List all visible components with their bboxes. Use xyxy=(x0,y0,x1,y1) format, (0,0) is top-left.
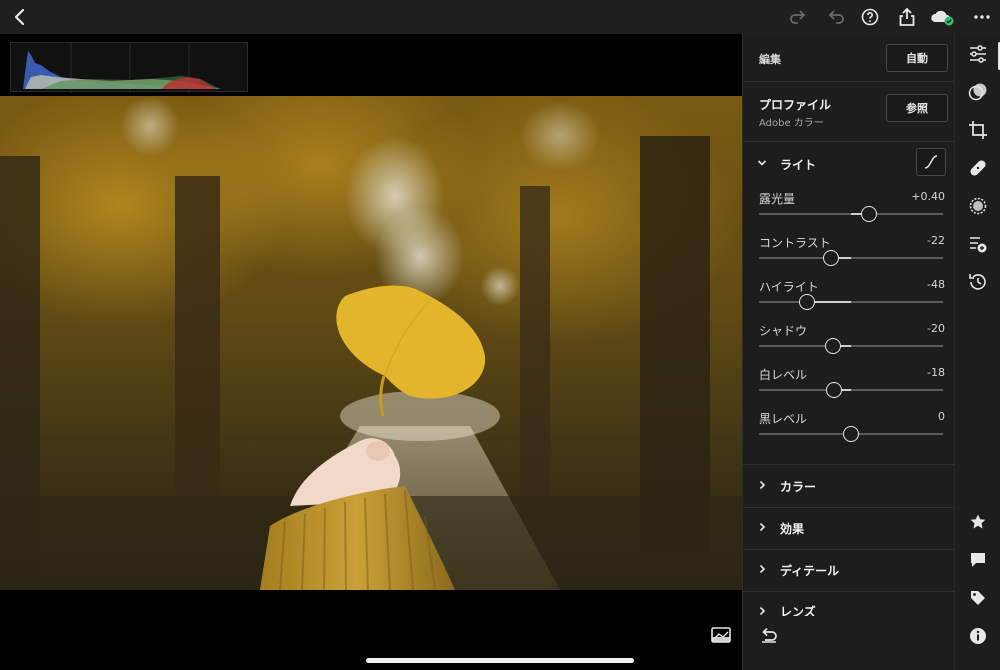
slider-value[interactable]: -48 xyxy=(927,278,945,291)
light-section-title: ライト xyxy=(780,158,817,172)
effects-section-title: 効果 xyxy=(780,522,805,536)
divider xyxy=(743,464,954,465)
selective-edit-icon[interactable] xyxy=(968,234,988,254)
redo-icon[interactable] xyxy=(784,3,812,31)
light-section-header[interactable]: ライト xyxy=(743,144,954,184)
star-rating-icon[interactable] xyxy=(968,512,988,532)
detail-section-header[interactable]: ディテール xyxy=(743,550,954,590)
top-toolbar xyxy=(0,0,1000,34)
tag-icon[interactable] xyxy=(968,588,988,608)
share-icon[interactable] xyxy=(893,3,921,31)
divider xyxy=(743,591,954,592)
tone-curve-icon xyxy=(924,155,938,169)
profile-row[interactable]: プロファイル Adobe カラー 参照 xyxy=(743,82,954,142)
color-section-title: カラー xyxy=(780,480,817,494)
reset-undo-icon[interactable] xyxy=(759,626,779,644)
slider-knob[interactable] xyxy=(826,382,843,398)
edit-panel: 編集 自動 プロファイル Adobe カラー 参照 ライト 露光量 +0.40 コン… xyxy=(742,34,954,670)
slider-track[interactable] xyxy=(759,389,943,391)
before-after-icon[interactable] xyxy=(710,626,732,646)
auto-button[interactable]: 自動 xyxy=(886,44,948,72)
history-icon[interactable] xyxy=(968,272,988,292)
edit-sliders-icon[interactable] xyxy=(968,44,988,64)
slider-track[interactable] xyxy=(759,301,943,303)
comment-icon[interactable] xyxy=(968,550,988,570)
effects-section-header[interactable]: 効果 xyxy=(743,508,954,548)
slider-knob[interactable] xyxy=(822,250,839,266)
profile-value: Adobe カラー xyxy=(759,118,824,129)
tone-curve-button[interactable] xyxy=(916,148,946,176)
slider-knob[interactable] xyxy=(861,206,878,222)
profile-browse-button[interactable]: 参照 xyxy=(886,94,948,122)
slider-5[interactable]: 黒レベル 0 xyxy=(759,410,945,454)
slider-value[interactable]: -20 xyxy=(927,322,945,335)
slider-track[interactable] xyxy=(759,257,943,259)
masking-icon[interactable] xyxy=(968,196,988,216)
slider-4[interactable]: 白レベル -18 xyxy=(759,366,945,410)
slider-label: 露光量 xyxy=(759,192,796,206)
slider-3[interactable]: シャドウ -20 xyxy=(759,322,945,366)
presets-icon[interactable] xyxy=(968,82,988,102)
slider-1[interactable]: コントラスト -22 xyxy=(759,234,945,278)
slider-knob[interactable] xyxy=(798,294,815,310)
slider-2[interactable]: ハイライト -48 xyxy=(759,278,945,322)
chevron-right-icon xyxy=(759,480,766,490)
slider-knob[interactable] xyxy=(824,338,841,354)
healing-brush-icon[interactable] xyxy=(968,158,988,178)
slider-track[interactable] xyxy=(759,345,943,347)
back-chevron-icon[interactable] xyxy=(6,3,34,31)
lens-section-title: レンズ xyxy=(780,605,816,616)
edit-label: 編集 xyxy=(759,53,781,66)
photo-canvas xyxy=(0,34,742,670)
slider-label: シャドウ xyxy=(759,324,808,338)
slider-label: 黒レベル xyxy=(759,412,808,426)
histogram xyxy=(10,42,248,93)
help-icon[interactable] xyxy=(856,3,884,31)
slider-value[interactable]: -22 xyxy=(927,234,945,247)
slider-value[interactable]: 0 xyxy=(938,410,945,423)
edit-header: 編集 自動 xyxy=(743,34,954,82)
slider-knob[interactable] xyxy=(843,426,859,442)
slider-value[interactable]: -18 xyxy=(927,366,945,379)
crop-icon[interactable] xyxy=(968,120,988,140)
profile-title: プロファイル xyxy=(759,98,832,112)
chevron-right-icon xyxy=(759,606,766,616)
detail-section-title: ディテール xyxy=(780,564,840,578)
slider-label: コントラスト xyxy=(759,236,831,250)
home-indicator xyxy=(366,658,634,663)
cloud-sync-icon[interactable] xyxy=(928,3,956,31)
slider-label: 白レベル xyxy=(759,368,808,382)
more-icon[interactable] xyxy=(968,3,996,31)
chevron-right-icon xyxy=(759,564,766,574)
photo-image xyxy=(0,96,742,590)
info-icon[interactable] xyxy=(968,626,988,646)
chevron-down-icon xyxy=(757,160,767,166)
slider-value[interactable]: +0.40 xyxy=(911,190,945,203)
tool-rail xyxy=(954,34,1000,670)
color-section-header[interactable]: カラー xyxy=(743,466,954,506)
chevron-right-icon xyxy=(759,522,766,532)
lens-section-header[interactable]: レンズ xyxy=(743,594,954,616)
undo-icon[interactable] xyxy=(822,3,850,31)
slider-label: ハイライト xyxy=(759,280,819,294)
slider-0[interactable]: 露光量 +0.40 xyxy=(759,190,945,234)
